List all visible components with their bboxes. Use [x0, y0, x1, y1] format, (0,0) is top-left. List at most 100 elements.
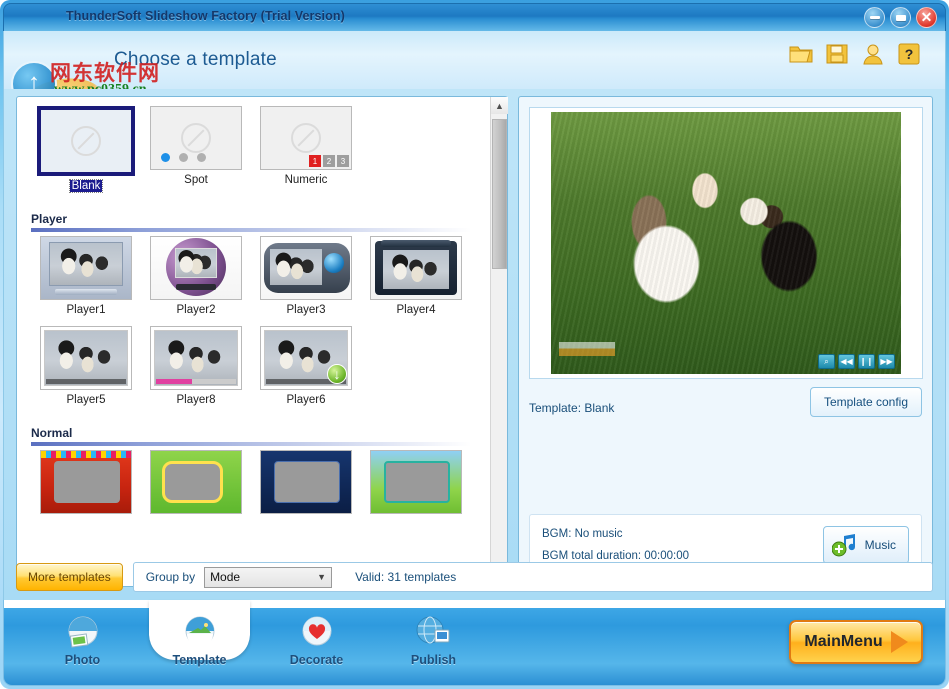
section-header-normal: Normal — [31, 426, 471, 446]
scroll-up-icon[interactable]: ▲ — [491, 97, 508, 114]
main-menu-button[interactable]: MainMenu — [789, 620, 923, 664]
template-item-player3[interactable]: Player3 — [251, 236, 361, 318]
nav-label: Decorate — [290, 653, 344, 667]
bottom-toolbar: More templates Group by Mode ▼ Valid: 31… — [16, 561, 933, 593]
no-image-icon — [181, 123, 211, 153]
header-bar: Choose a template — [3, 31, 946, 89]
template-label: Player2 — [175, 304, 218, 316]
numeric-badge: 3 — [337, 155, 349, 167]
template-item-spot[interactable]: Spot — [141, 106, 251, 194]
scrollbar-thumb[interactable] — [492, 119, 507, 269]
template-item-player5[interactable]: Player5 — [31, 326, 141, 408]
template-row-ungrouped: Blank Spot 1 — [31, 106, 490, 202]
nav-label: Publish — [411, 653, 456, 667]
music-note-icon — [832, 533, 858, 557]
footer-nav-bar: Photo Template Decorate — [3, 600, 946, 686]
pause-icon[interactable]: ❙❙ — [858, 354, 875, 369]
nav-label: Photo — [65, 653, 100, 667]
nav-item-decorate[interactable]: Decorate — [258, 608, 375, 678]
template-label: Player4 — [395, 304, 438, 316]
nav-item-publish[interactable]: Publish — [375, 608, 492, 678]
template-icon — [181, 614, 219, 652]
download-badge-icon — [327, 364, 347, 384]
content-area: Blank Spot 1 — [3, 89, 946, 601]
maximize-button[interactable] — [890, 7, 911, 28]
template-list-panel: Blank Spot 1 — [16, 96, 508, 587]
rewind-icon[interactable]: ◀◀ — [838, 354, 855, 369]
music-button-label: Music — [865, 538, 896, 552]
section-header-player: Player — [31, 212, 471, 232]
template-thumbnail — [370, 236, 462, 300]
preview-photo: ⌕ ◀◀ ❙❙ ▶▶ — [551, 112, 901, 374]
window-title: ThunderSoft Slideshow Factory (Trial Ver… — [66, 9, 345, 23]
page-title: Choose a template — [114, 49, 277, 71]
template-item-player4[interactable]: Player4 — [361, 236, 471, 318]
section-divider — [31, 228, 471, 232]
no-image-icon — [71, 126, 101, 156]
template-thumbnail — [260, 326, 352, 390]
spot-dots-icon — [161, 153, 206, 162]
template-item-normal-1[interactable] — [31, 450, 141, 514]
nav-label: Template — [173, 653, 227, 667]
nav-item-photo[interactable]: Photo — [24, 608, 141, 678]
template-config-button[interactable]: Template config — [810, 387, 922, 417]
photo-icon — [64, 614, 102, 652]
svg-text:?: ? — [905, 46, 914, 62]
header-toolbar: ? — [789, 43, 921, 65]
template-item-blank[interactable]: Blank — [31, 106, 141, 194]
template-row-player-2: Player5 Player8 Player6 — [31, 326, 490, 416]
template-thumbnail — [370, 450, 462, 514]
no-image-icon — [291, 123, 321, 153]
template-item-player6[interactable]: Player6 — [251, 326, 361, 408]
save-icon[interactable] — [825, 43, 849, 65]
close-button[interactable]: ✕ — [916, 7, 937, 28]
group-by-bar: Group by Mode ▼ Valid: 31 templates — [133, 562, 933, 592]
group-by-select[interactable]: Mode ▼ — [204, 567, 332, 588]
app-window: ThunderSoft Slideshow Factory (Trial Ver… — [0, 0, 949, 689]
template-item-normal-2[interactable] — [141, 450, 251, 514]
main-menu-label: MainMenu — [804, 633, 882, 651]
template-label: Numeric — [283, 174, 330, 186]
add-music-button[interactable]: Music — [823, 526, 909, 564]
more-templates-button[interactable]: More templates — [16, 563, 123, 591]
zoom-icon[interactable]: ⌕ — [818, 354, 835, 369]
template-row-normal-1 — [31, 450, 490, 522]
selected-template-label: Template: Blank — [529, 387, 614, 415]
template-thumbnail — [37, 106, 135, 176]
template-item-player2[interactable]: Player2 — [141, 236, 251, 318]
valid-templates-count: Valid: 31 templates — [355, 570, 456, 584]
nav-item-template[interactable]: Template — [141, 608, 258, 678]
group-by-label: Group by — [146, 570, 195, 584]
group-by-value: Mode — [210, 570, 240, 584]
preview-box: ⌕ ◀◀ ❙❙ ▶▶ — [529, 107, 923, 379]
template-label: Player1 — [65, 304, 108, 316]
template-row-player-1: Player1 Player2 Player3 — [31, 236, 490, 326]
minimize-button[interactable] — [864, 7, 885, 28]
help-icon[interactable]: ? — [897, 43, 921, 65]
template-thumbnail: 1 2 3 — [260, 106, 352, 170]
photo-watermark — [559, 342, 615, 356]
template-item-player1[interactable]: Player1 — [31, 236, 141, 318]
user-icon[interactable] — [861, 43, 885, 65]
template-thumbnail — [40, 236, 132, 300]
template-item-numeric[interactable]: 1 2 3 Numeric — [251, 106, 361, 194]
template-label: Player3 — [285, 304, 328, 316]
preview-panel: ⌕ ◀◀ ❙❙ ▶▶ Template: Blank Template conf… — [518, 96, 933, 587]
chevron-down-icon: ▼ — [317, 572, 326, 582]
template-thumbnail — [40, 450, 132, 514]
template-item-player8[interactable]: Player8 — [141, 326, 251, 408]
window-controls: ✕ — [864, 7, 937, 28]
arrow-right-icon — [891, 631, 908, 653]
numeric-badges-icon: 1 2 3 — [309, 155, 349, 167]
main-nav: Photo Template Decorate — [24, 608, 492, 678]
open-folder-icon[interactable] — [789, 43, 813, 65]
section-title: Normal — [31, 426, 471, 440]
template-list-scrollbar[interactable]: ▲ ▼ — [490, 97, 507, 586]
forward-icon[interactable]: ▶▶ — [878, 354, 895, 369]
template-scroll-area: Blank Spot 1 — [17, 97, 490, 586]
template-item-normal-3[interactable] — [251, 450, 361, 514]
template-label: Player5 — [65, 394, 108, 406]
template-item-normal-4[interactable] — [361, 450, 471, 514]
title-bar: ThunderSoft Slideshow Factory (Trial Ver… — [3, 3, 946, 31]
section-title: Player — [31, 212, 471, 226]
